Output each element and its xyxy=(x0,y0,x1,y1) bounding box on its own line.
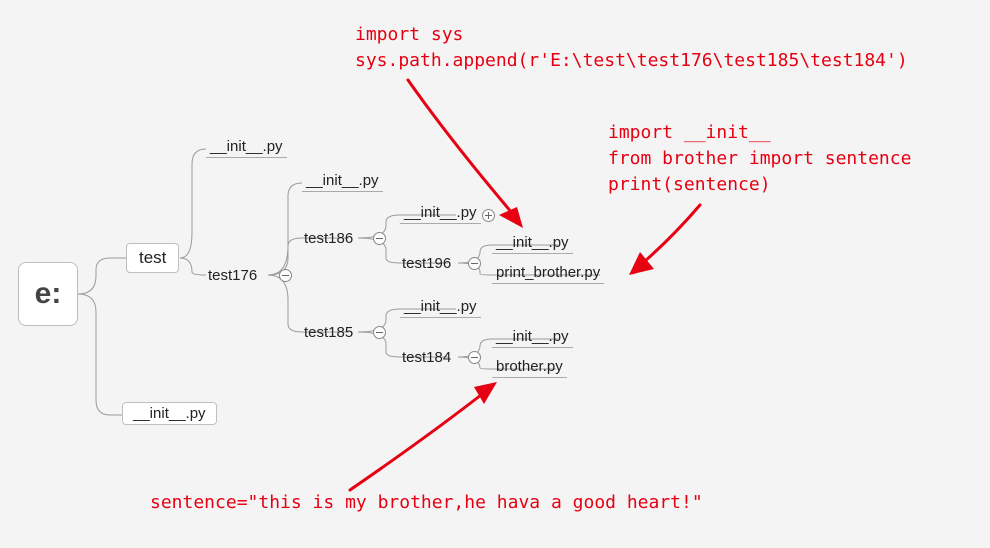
expand-toggle-test176[interactable] xyxy=(279,269,292,282)
tree-node-root: e: xyxy=(18,262,78,326)
expand-toggle-test186[interactable] xyxy=(373,232,386,245)
code-annotation-bottom: sentence="this is my brother,he hava a g… xyxy=(150,492,703,513)
code-annotation-top-line2: sys.path.append(r'E:\test\test176\test18… xyxy=(355,50,908,71)
tree-node-test186: test186 xyxy=(302,228,359,249)
expand-toggle-test196[interactable] xyxy=(468,257,481,270)
tree-leaf-test-init: __init__.py xyxy=(206,138,287,158)
code-annotation-right-line2: from brother import sentence xyxy=(608,148,911,169)
expand-toggle-test184[interactable] xyxy=(468,351,481,364)
code-annotation-right-line3: print(sentence) xyxy=(608,174,771,195)
tree-leaf-print-brother: print_brother.py xyxy=(492,264,604,284)
tree-node-test185: test185 xyxy=(302,322,359,343)
code-annotation-right-line1: import __init__ xyxy=(608,122,771,143)
tree-leaf-test176-init: __init__.py xyxy=(302,172,383,192)
tree-node-test176: test176 xyxy=(206,265,263,286)
tree-leaf-test184-init: __init__.py xyxy=(492,328,573,348)
tree-node-test196: test196 xyxy=(400,253,457,274)
code-annotation-top-line1: import sys xyxy=(355,24,463,45)
tree-leaf-test186-init: __init__.py xyxy=(400,204,481,224)
tree-node-test: test xyxy=(126,243,179,273)
tree-leaf-test185-init: __init__.py xyxy=(400,298,481,318)
tree-leaf-test196-init: __init__.py xyxy=(492,234,573,254)
tree-node-test184: test184 xyxy=(400,347,457,368)
tree-node-e-init: __init__.py xyxy=(122,402,217,425)
expand-toggle-test185[interactable] xyxy=(373,326,386,339)
tree-leaf-brother: brother.py xyxy=(492,358,567,378)
expand-toggle-test186-init[interactable] xyxy=(482,209,495,222)
